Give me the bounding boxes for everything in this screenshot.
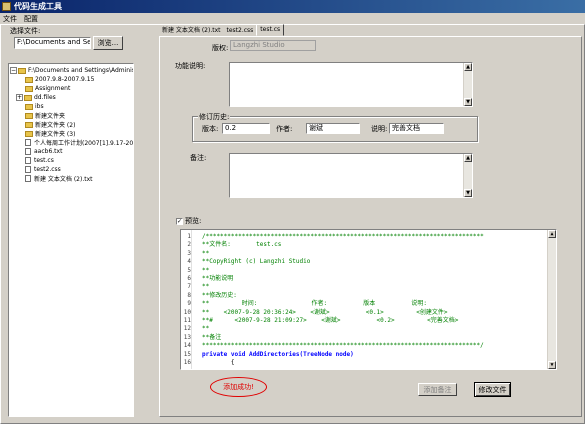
tree-item-label: 新建 文本文档 (2).txt (34, 176, 93, 183)
author-label: 作者: (276, 125, 293, 133)
tree-file-item[interactable]: 新建 文本文档 (2).txt (25, 174, 92, 183)
file-tree[interactable]: − F:\Documents and Settings\Administrator… (8, 63, 134, 417)
tree-folder-item[interactable]: 新建文件夹 (25, 111, 65, 120)
scroll-up-icon[interactable]: ▲ (548, 230, 556, 238)
scroll-down-icon[interactable]: ▼ (464, 189, 472, 197)
tree-file-item[interactable]: aacb6.txt (25, 147, 62, 156)
tree-item-label: 个人每周工作计划(2007[1].9.17-2007 (34, 140, 134, 147)
note-label: 说明: (371, 125, 388, 133)
tree-root[interactable]: − F:\Documents and Settings\Administrator (10, 66, 134, 75)
folder-icon (24, 94, 32, 101)
tree-folder-item[interactable]: 2007.9.8-2007.9.15 (25, 75, 94, 84)
version-input[interactable]: 0.2 (222, 123, 270, 134)
tree-item-label: 2007.9.8-2007.9.15 (35, 76, 95, 83)
tree-file-item[interactable]: test.cs (25, 156, 54, 165)
expand-icon[interactable]: + (16, 94, 23, 101)
select-file-label: 选择文件: (10, 27, 41, 35)
file-icon (25, 157, 31, 164)
description-label: 功能说明: (175, 62, 206, 70)
tab-0[interactable]: 新建 文本文档 (2).txt (159, 26, 223, 36)
folder-icon (25, 121, 33, 128)
folder-icon (25, 85, 33, 92)
file-path-input[interactable]: F:\Documents and Settings (14, 37, 91, 49)
collapse-icon[interactable]: − (10, 67, 17, 74)
tree-item-label: F:\Documents and Settings\Administrator (28, 67, 134, 74)
tree-file-item[interactable]: 个人每周工作计划(2007[1].9.17-2007 (25, 138, 134, 147)
code-line: 16 { (181, 358, 549, 367)
remarks-label: 备注: (190, 154, 207, 162)
folder-icon (18, 67, 26, 74)
tree-item-label: test2.css (34, 166, 61, 173)
copyright-label: 版权: (212, 44, 229, 52)
tree-item-label: ibs (35, 103, 44, 110)
tree-item-label: 新建文件夹 (3) (35, 131, 76, 138)
modify-file-button[interactable]: 修改文件 (474, 382, 511, 397)
note-input[interactable]: 完善文档 (389, 123, 444, 134)
history-title: 修订历史: (198, 112, 231, 122)
code-text: { (202, 359, 235, 366)
tree-item-label: dd.files (34, 94, 56, 101)
tab-2[interactable]: test.cs (256, 24, 285, 36)
author-input[interactable]: 谢斌 (306, 123, 360, 134)
version-label: 版本: (202, 125, 219, 133)
preview-checkbox-row[interactable]: ✓ 预览: (176, 216, 201, 226)
browse-button[interactable]: 浏览... (93, 36, 123, 50)
tree-folder-item[interactable]: + dd.files (16, 93, 56, 102)
tree-folder-item[interactable]: 新建文件夹 (3) (25, 129, 75, 138)
remarks-textarea[interactable]: ▲ ▼ (229, 153, 473, 198)
line-number: 16 (183, 359, 191, 366)
folder-icon (25, 76, 33, 83)
tab-strip: 新建 文本文档 (2).txt test2.css test.cs (159, 24, 285, 36)
tree-item-label: 新建文件夹 (35, 113, 66, 120)
tree-item-label: aacb6.txt (34, 148, 63, 155)
status-message: 添加成功! (210, 377, 267, 397)
description-scrollbar[interactable]: ▲ ▼ (463, 63, 472, 106)
preview-checkbox[interactable]: ✓ (176, 217, 183, 225)
menu-bar: 文件 配置 (0, 13, 585, 24)
tab-1[interactable]: test2.css (223, 26, 256, 36)
window-title: 代码生成工具 (14, 2, 62, 11)
tree-item-label: 新建文件夹 (2) (35, 122, 76, 129)
remarks-scrollbar[interactable]: ▲ ▼ (463, 154, 472, 197)
folder-icon (25, 112, 33, 119)
tree-folder-item[interactable]: 新建文件夹 (2) (25, 120, 75, 129)
folder-icon (25, 103, 33, 110)
file-icon (25, 148, 31, 155)
status-text: 添加成功! (223, 383, 254, 391)
tree-item-label: test.cs (34, 157, 54, 164)
tree-file-item[interactable]: test2.css (25, 165, 61, 174)
scroll-up-icon[interactable]: ▲ (464, 63, 472, 71)
menu-item-file[interactable]: 文件 (3, 14, 17, 24)
file-icon (25, 166, 31, 173)
scroll-down-icon[interactable]: ▼ (548, 361, 556, 369)
description-textarea[interactable]: ▲ ▼ (229, 62, 473, 107)
menu-item-config[interactable]: 配置 (24, 14, 38, 24)
copyright-field: Langzhi Studio (230, 40, 316, 51)
tree-folder-item[interactable]: ibs (25, 102, 44, 111)
preview-label: 预览: (185, 217, 202, 225)
folder-icon (25, 130, 33, 137)
scroll-up-icon[interactable]: ▲ (464, 154, 472, 162)
file-icon (25, 175, 31, 182)
tree-item-label: Assignment (35, 85, 71, 92)
scroll-down-icon[interactable]: ▼ (464, 98, 472, 106)
add-remark-button[interactable]: 添加备注 (418, 383, 457, 396)
app-icon (2, 2, 11, 11)
tree-folder-item[interactable]: Assignment (25, 84, 70, 93)
title-bar: 代码生成工具 (0, 0, 585, 13)
code-preview[interactable]: ▲ ▼ 1/**********************************… (180, 229, 557, 370)
file-icon (25, 139, 31, 146)
